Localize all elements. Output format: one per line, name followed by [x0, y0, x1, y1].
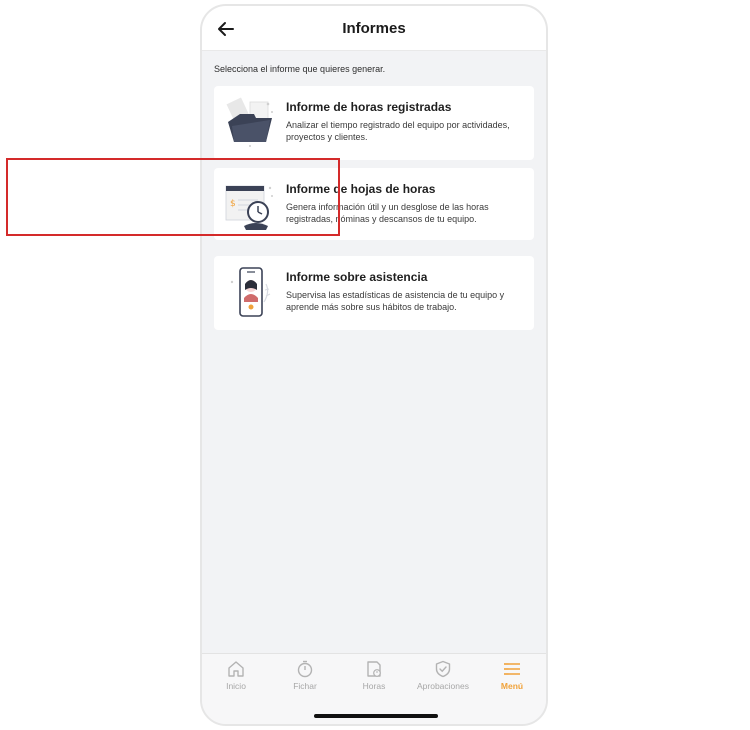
- tab-horas[interactable]: Horas: [340, 660, 408, 691]
- bottom-tab-bar: Inicio Fichar Horas Aprobaciones Menú: [202, 653, 546, 724]
- tab-fichar[interactable]: Fichar: [271, 660, 339, 691]
- tab-aprobaciones[interactable]: Aprobaciones: [409, 660, 477, 691]
- report-card-attendance[interactable]: Informe sobre asistencia Supervisa las e…: [214, 256, 534, 330]
- report-title: Informe de horas registradas: [286, 100, 452, 114]
- home-icon: [228, 661, 244, 677]
- report-title: Informe de hojas de horas: [286, 182, 436, 196]
- phone-person-illustration-icon: [230, 267, 271, 317]
- page-title: Informes: [342, 20, 406, 37]
- report-title: Informe sobre asistencia: [286, 270, 428, 284]
- report-description: Analizar el tiempo registrado del equipo…: [286, 120, 510, 142]
- report-card-hours-logged[interactable]: Informe de horas registradas Analizar el…: [214, 86, 534, 160]
- page-instruction: Selecciona el informe que quieres genera…: [214, 64, 386, 74]
- report-description: Genera información útil y un desglose de…: [286, 202, 489, 224]
- tab-label: Aprobaciones: [417, 681, 469, 691]
- report-card-timesheets[interactable]: $ Informe de hojas de horas Genera infor…: [214, 168, 534, 240]
- svg-text:$: $: [230, 199, 236, 209]
- tab-label: Horas: [362, 681, 386, 691]
- folder-illustration-icon: [226, 97, 273, 147]
- timesheet-icon: [367, 661, 381, 677]
- report-description: Supervisa las estadísticas de asistencia…: [286, 290, 505, 312]
- app-header: Informes: [202, 6, 546, 51]
- phone-frame: Informes Selecciona el informe que quier…: [200, 4, 548, 726]
- timesheet-clock-illustration-icon: $: [225, 185, 273, 230]
- shield-check-icon: [435, 660, 451, 678]
- tab-menu[interactable]: Menú: [478, 660, 546, 691]
- home-indicator: [314, 714, 438, 718]
- tab-label: Menú: [500, 681, 524, 691]
- tab-label: Inicio: [226, 681, 246, 691]
- tab-label: Fichar: [293, 681, 317, 691]
- hamburger-menu-icon: [504, 663, 520, 675]
- stopwatch-icon: [297, 660, 313, 678]
- tab-inicio[interactable]: Inicio: [202, 660, 270, 691]
